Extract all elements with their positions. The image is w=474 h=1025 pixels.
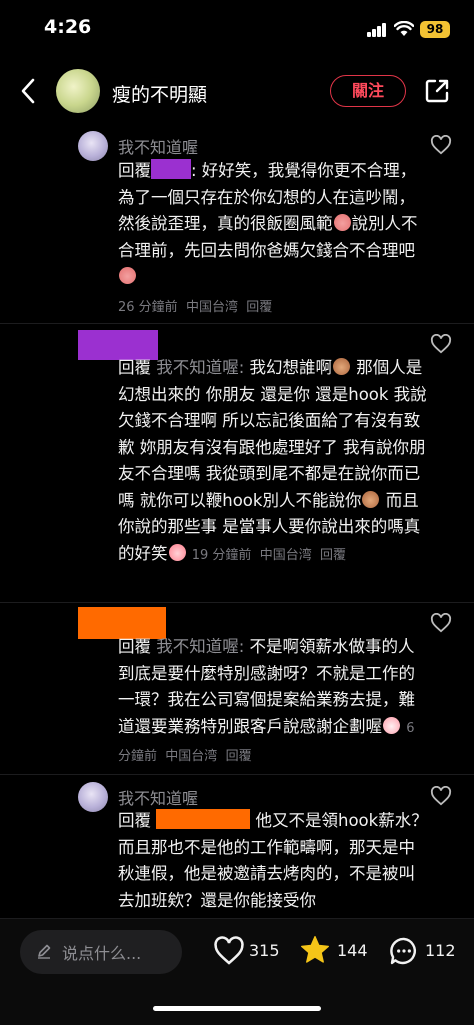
avatar[interactable] <box>78 131 108 161</box>
divider <box>0 774 474 775</box>
star-icon[interactable] <box>299 934 331 966</box>
monkey-emoji-icon <box>362 490 380 508</box>
comment-input-placeholder[interactable]: 说点什么... <box>62 940 141 964</box>
avatar[interactable] <box>56 69 100 113</box>
heart-icon[interactable] <box>430 613 452 633</box>
crying-emoji-icon <box>383 716 400 734</box>
comment-text: 回覆: 好好笑，我覺得你更不合理，為了一個只存在於你幻想的人在這吵鬧，然後說歪理… <box>118 158 430 291</box>
battery-indicator: 98 <box>420 21 450 38</box>
avatar[interactable] <box>78 782 108 812</box>
pig-emoji-icon <box>119 267 136 284</box>
reply-link[interactable]: 回覆 <box>320 548 346 563</box>
comment-text: 回覆 他又不是領hook薪水？而且那也不是他的工作範疇啊，那天是中秋連假，他是被… <box>118 809 428 910</box>
pencil-icon <box>38 944 51 959</box>
wifi-icon <box>394 21 414 36</box>
divider <box>0 323 474 324</box>
home-indicator <box>153 1006 321 1011</box>
comment-bubble-icon[interactable] <box>388 935 420 967</box>
heart-icon[interactable] <box>430 135 452 155</box>
comment-count: 112 <box>425 941 456 960</box>
redacted-mention <box>156 809 251 829</box>
heart-icon[interactable] <box>430 786 452 806</box>
like-count: 315 <box>249 941 280 960</box>
reply-link[interactable]: 回覆 <box>226 749 252 764</box>
monkey-emoji-icon <box>333 358 351 375</box>
page-title[interactable]: 瘦的不明顯 <box>112 80 207 107</box>
divider <box>0 602 474 603</box>
comment-meta: 26 分鐘前 中国台湾 回覆 <box>118 300 273 315</box>
laughing-emoji-icon <box>168 543 186 561</box>
follow-button[interactable]: 關注 <box>330 75 406 107</box>
comment-text: 回覆 我不知道喔: 我幻想誰啊 那個人是幻想出來的 你朋友 還是你 還是hook… <box>118 358 427 563</box>
comment-username[interactable]: 我不知道喔 <box>118 134 198 158</box>
heart-icon[interactable] <box>430 334 452 354</box>
signal-icon <box>367 23 389 37</box>
back-chevron-icon[interactable] <box>20 78 36 109</box>
redacted-mention <box>151 159 191 179</box>
status-time: 4:26 <box>44 16 92 38</box>
share-icon[interactable] <box>424 78 450 104</box>
comment-username[interactable]: 我不知道喔 <box>118 785 198 809</box>
pig-emoji-icon <box>333 214 351 231</box>
reply-link[interactable]: 回覆 <box>246 300 272 315</box>
favorite-count: 144 <box>337 941 368 960</box>
comment-text: 回覆 我不知道喔: 不是啊領薪水做事的人到底是要什麼特別感謝呀？不就是工作的一環… <box>118 637 415 764</box>
heart-icon[interactable] <box>213 936 245 966</box>
